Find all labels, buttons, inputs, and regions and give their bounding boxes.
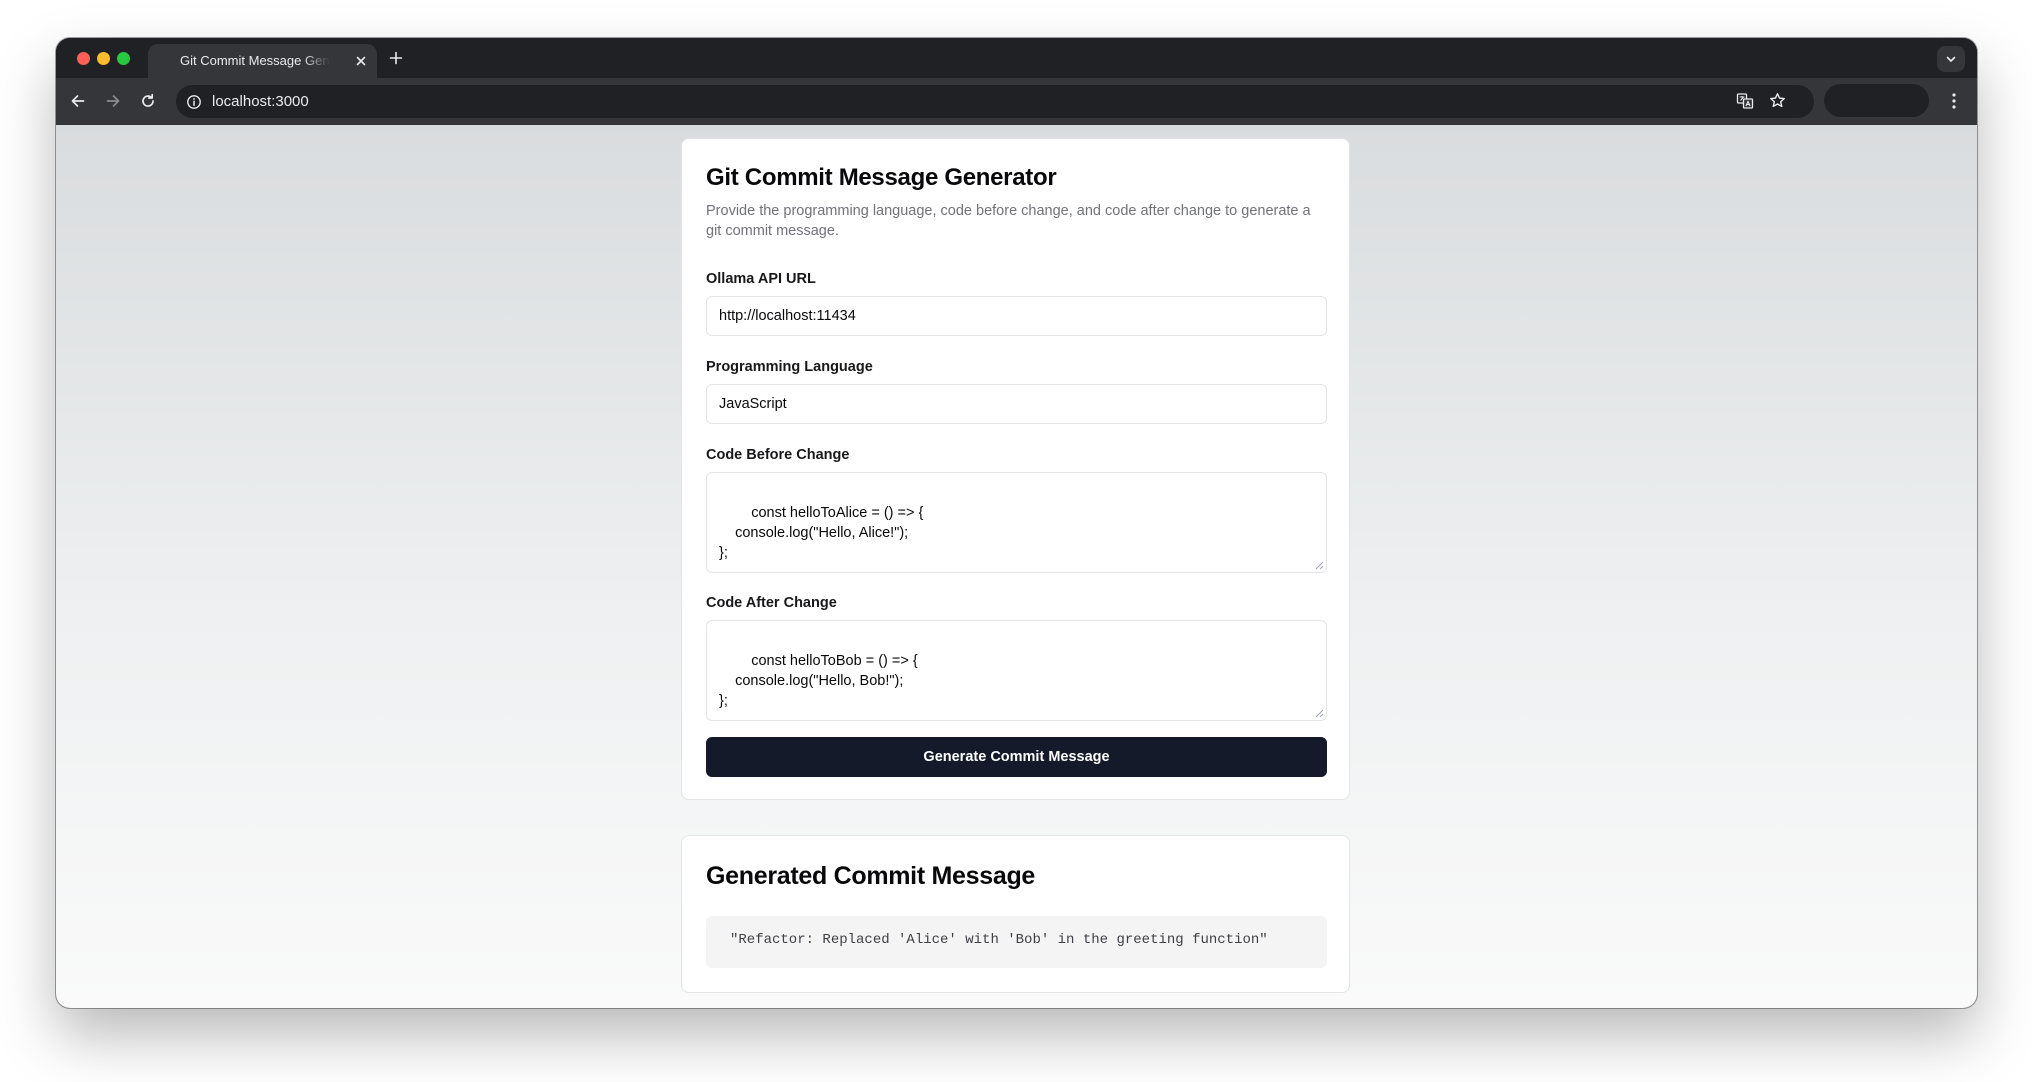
window-minimize-button[interactable] xyxy=(97,52,110,65)
language-label: Programming Language xyxy=(706,359,873,375)
code-before-text: const helloToAlice = () => { console.log… xyxy=(719,505,924,561)
arrow-right-icon[interactable] xyxy=(103,91,123,111)
language-input[interactable]: JavaScript xyxy=(706,384,1327,424)
profile-button[interactable] xyxy=(1824,84,1929,117)
active-tab[interactable]: Git Commit Message Generator xyxy=(148,44,377,78)
page-viewport: Git Commit Message Generator Provide the… xyxy=(56,125,1977,1008)
tab-search-button[interactable] xyxy=(1937,46,1965,72)
code-after-textarea[interactable]: const helloToBob = () => { console.log("… xyxy=(706,620,1327,721)
tab-strip: Git Commit Message Generator xyxy=(56,38,1977,78)
generator-form-card: Git Commit Message Generator Provide the… xyxy=(681,138,1350,800)
reload-icon[interactable] xyxy=(138,91,158,111)
plus-icon[interactable] xyxy=(388,50,404,66)
code-after-text: const helloToBob = () => { console.log("… xyxy=(719,653,918,709)
star-icon[interactable] xyxy=(1768,91,1787,110)
commit-message-output: "Refactor: Replaced 'Alice' with 'Bob' i… xyxy=(706,916,1327,968)
code-before-label: Code Before Change xyxy=(706,447,850,463)
code-before-textarea[interactable]: const helloToAlice = () => { console.log… xyxy=(706,472,1327,573)
page-description: Provide the programming language, code b… xyxy=(706,203,1311,239)
resize-grip-icon[interactable] xyxy=(1315,709,1324,718)
window-close-button[interactable] xyxy=(77,52,90,65)
browser-toolbar: localhost:3000 xyxy=(56,78,1977,125)
kebab-menu-icon[interactable] xyxy=(1946,91,1962,111)
tab-title: Git Commit Message Generator xyxy=(180,53,330,68)
api-url-label: Ollama API URL xyxy=(706,271,816,287)
code-after-label: Code After Change xyxy=(706,595,837,611)
browser-window: Git Commit Message Generator localhost:3… xyxy=(56,38,1977,1008)
address-bar[interactable]: localhost:3000 xyxy=(176,85,1814,118)
window-zoom-button[interactable] xyxy=(117,52,130,65)
info-icon[interactable] xyxy=(186,94,202,110)
resize-grip-icon[interactable] xyxy=(1315,561,1324,570)
url-text: localhost:3000 xyxy=(212,93,309,110)
result-title: Generated Commit Message xyxy=(706,862,1036,890)
page-title: Git Commit Message Generator xyxy=(706,164,1057,191)
chevron-down-icon xyxy=(1946,56,1956,62)
api-url-input[interactable]: http://localhost:11434 xyxy=(706,296,1327,336)
translate-icon[interactable] xyxy=(1736,92,1754,110)
result-card: Generated Commit Message "Refactor: Repl… xyxy=(681,835,1350,993)
close-icon[interactable] xyxy=(353,53,369,69)
arrow-left-icon[interactable] xyxy=(68,91,88,111)
generate-commit-message-button[interactable]: Generate Commit Message xyxy=(706,737,1327,777)
